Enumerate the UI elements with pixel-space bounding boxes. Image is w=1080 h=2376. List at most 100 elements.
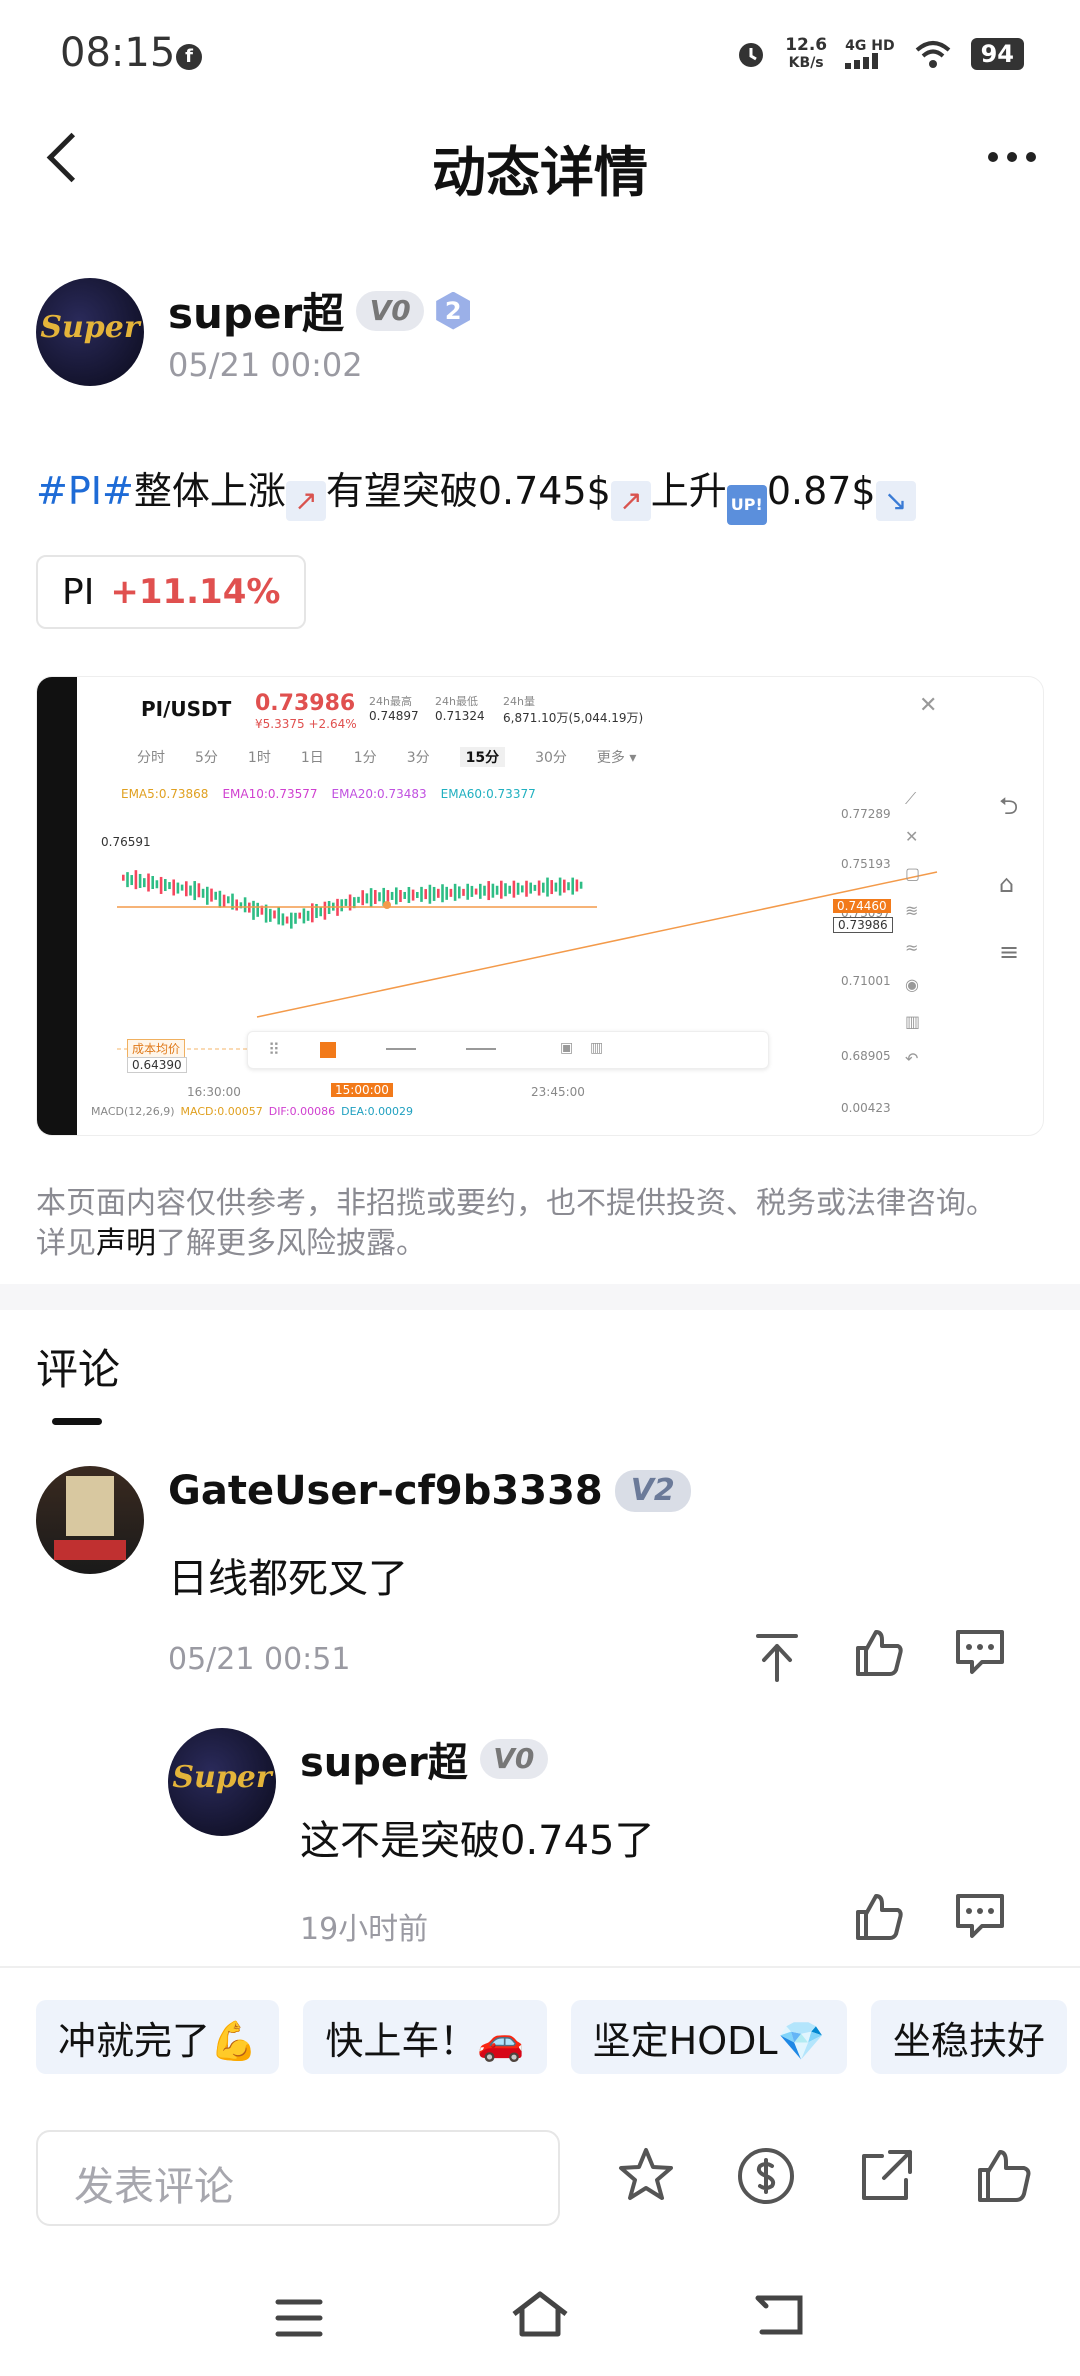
candle: [138, 873, 142, 888]
share-icon[interactable]: [856, 2146, 916, 2206]
candle: [487, 881, 490, 901]
signal-icon: 4G HD: [845, 39, 895, 69]
quick-reply-chip[interactable]: 坚定HODL💎: [570, 2000, 847, 2074]
candle: [466, 883, 469, 900]
quick-reply-chip[interactable]: 快上车！🚗: [303, 2000, 547, 2074]
brush-tool-icon: ≈: [905, 938, 919, 957]
candle: [206, 886, 209, 905]
candle: [126, 872, 129, 888]
author-name[interactable]: super超: [168, 280, 344, 341]
candle: [554, 882, 558, 892]
delete-tool-icon: ▥: [905, 1012, 921, 1031]
reply-text: 这不是突破0.745了: [300, 1818, 655, 1864]
comment-time: 05/21 00:51: [168, 1642, 351, 1677]
macd-row: MACD(12,26,9) MACD:0.00057 DIF:0.00086 DEA:…: [91, 1105, 414, 1118]
hashtag-link[interactable]: #PI#: [36, 469, 134, 513]
candle: [147, 873, 150, 892]
candle: [546, 877, 549, 897]
candle: [252, 900, 255, 920]
fib-tool-icon: ≋: [905, 901, 919, 920]
menu-nav-icon: ≡: [999, 938, 1020, 966]
favorite-star-icon[interactable]: [616, 2146, 676, 2206]
quick-reply-chip[interactable]: 冲就完了💪: [36, 2000, 280, 2074]
like-icon[interactable]: [852, 1626, 906, 1678]
candle: [470, 885, 474, 897]
candle: [143, 878, 146, 888]
token-change: +11.14%: [110, 572, 281, 612]
candle: [222, 894, 226, 907]
menu-icon[interactable]: [274, 2296, 324, 2340]
candle: [453, 883, 457, 901]
like-icon[interactable]: [852, 1890, 906, 1942]
price-tag-orange: 0.74460: [833, 899, 891, 913]
cost-label: 成本均价: [127, 1039, 186, 1058]
wifi-icon: [915, 41, 950, 68]
candle: [281, 913, 285, 926]
candle: [516, 882, 520, 895]
candle: [424, 889, 427, 900]
eye-icon: ◉: [905, 975, 919, 994]
candle: [294, 912, 297, 924]
comments-title[interactable]: 评论: [36, 1336, 120, 1397]
candle: [483, 885, 486, 896]
tab-indicator: [52, 1418, 102, 1425]
candle: [399, 889, 402, 902]
candle: [277, 907, 280, 925]
candle: [290, 912, 293, 929]
candle: [168, 882, 171, 890]
pin-top-icon[interactable]: [752, 1630, 802, 1684]
trendline-tool-icon: ⟋: [905, 789, 917, 808]
quick-reply-row: 冲就完了💪 快上车！🚗 坚定HODL💎 坐稳扶好: [36, 2000, 1067, 2074]
reply-icon[interactable]: [952, 1890, 1008, 1942]
drawing-toolbar: ⠿ ▣ ▥: [247, 1031, 769, 1069]
home-nav-icon: ⌂: [999, 870, 1015, 898]
quick-reply-chip[interactable]: 坐稳扶好: [870, 2000, 1067, 2074]
candle: [441, 884, 444, 903]
candle: [235, 899, 238, 911]
like-post-icon[interactable]: [974, 2146, 1034, 2206]
candle: [365, 893, 369, 904]
commenter-name[interactable]: GateUser-cf9b3338: [168, 1468, 603, 1514]
author-avatar[interactable]: Super: [36, 278, 144, 386]
candle: [197, 883, 201, 898]
candle: [311, 903, 314, 923]
candle: [348, 894, 352, 911]
undo-icon: ↶: [905, 1049, 919, 1068]
line-width-icon: [466, 1048, 496, 1050]
candle: [504, 883, 507, 897]
trend-line: [256, 871, 938, 1018]
candle: [134, 870, 138, 890]
candle: [172, 879, 175, 896]
candle: [571, 877, 574, 895]
candle: [298, 912, 301, 919]
reply-avatar[interactable]: Super: [168, 1728, 276, 1836]
comment-text: 日线都死叉了: [168, 1556, 408, 1602]
avatar-sign: [66, 1476, 114, 1536]
candle: [462, 888, 465, 896]
candle: [579, 881, 583, 889]
cost-value: 0.64390: [127, 1057, 187, 1073]
candle: [256, 902, 259, 917]
candle: [374, 889, 377, 904]
candle: [432, 886, 436, 901]
tip-coin-icon[interactable]: [736, 2146, 796, 2206]
section-divider: [0, 1284, 1080, 1310]
disclaimer-link[interactable]: 声明: [96, 1226, 156, 1261]
alarm-icon: [739, 43, 764, 67]
reply-author-name[interactable]: super超: [300, 1730, 468, 1788]
token-chip[interactable]: PI +11.14%: [36, 555, 307, 629]
token-symbol: PI: [62, 571, 95, 613]
candle: [302, 908, 306, 924]
commenter-avatar[interactable]: [36, 1466, 144, 1574]
drag-handle-icon: ⠿: [268, 1040, 280, 1059]
candle: [227, 896, 230, 904]
comment-placeholder: 发表评论: [74, 2164, 234, 2210]
home-icon[interactable]: [508, 2290, 572, 2340]
candle: [508, 885, 511, 894]
candle: [269, 908, 272, 922]
back-nav-icon[interactable]: [752, 2292, 808, 2338]
more-menu-icon[interactable]: [988, 152, 1036, 162]
reply-icon[interactable]: [952, 1626, 1008, 1678]
post-chart-image[interactable]: PI/USDT 0.73986 ¥5.3375 +2.64% 24h最高 0.7…: [36, 676, 1044, 1136]
candle: [411, 889, 415, 901]
